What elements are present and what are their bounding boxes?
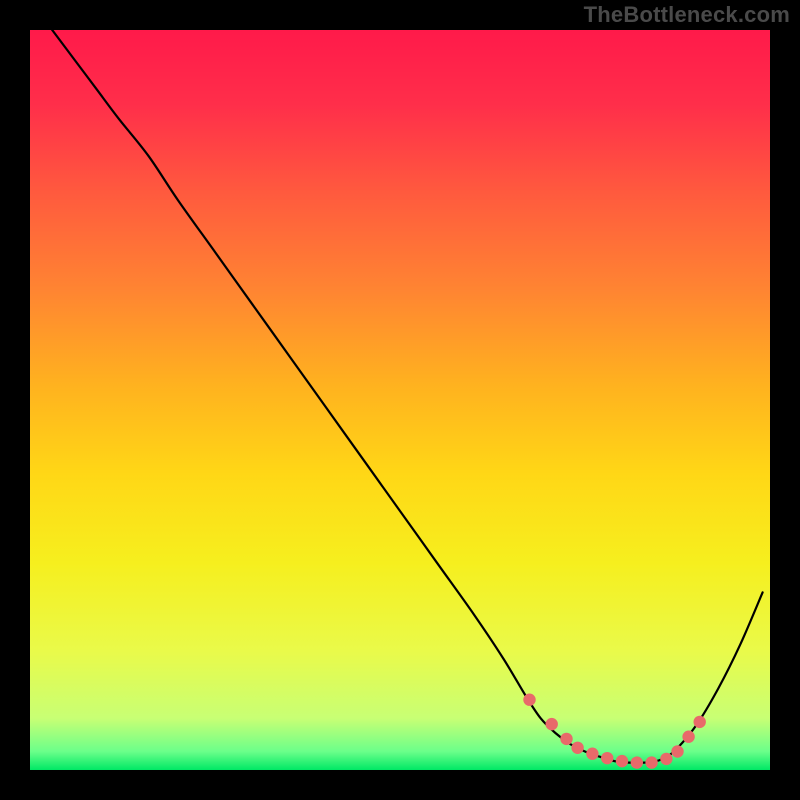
plot-frame: [30, 30, 770, 770]
highlight-dot: [694, 716, 706, 728]
highlight-dot: [645, 756, 657, 768]
highlight-dot: [523, 694, 535, 706]
chart-svg: [30, 30, 770, 770]
highlight-dot: [560, 733, 572, 745]
chart-stage: TheBottleneck.com: [0, 0, 800, 800]
highlight-dot: [671, 745, 683, 757]
highlight-dot: [631, 756, 643, 768]
highlight-dot: [601, 752, 613, 764]
highlight-dot: [571, 742, 583, 754]
highlight-dot: [660, 753, 672, 765]
highlight-dot: [616, 755, 628, 767]
highlight-dot: [682, 731, 694, 743]
highlight-dot: [546, 718, 558, 730]
highlight-dot: [586, 748, 598, 760]
watermark-text: TheBottleneck.com: [584, 2, 790, 28]
gradient-background: [30, 30, 770, 770]
